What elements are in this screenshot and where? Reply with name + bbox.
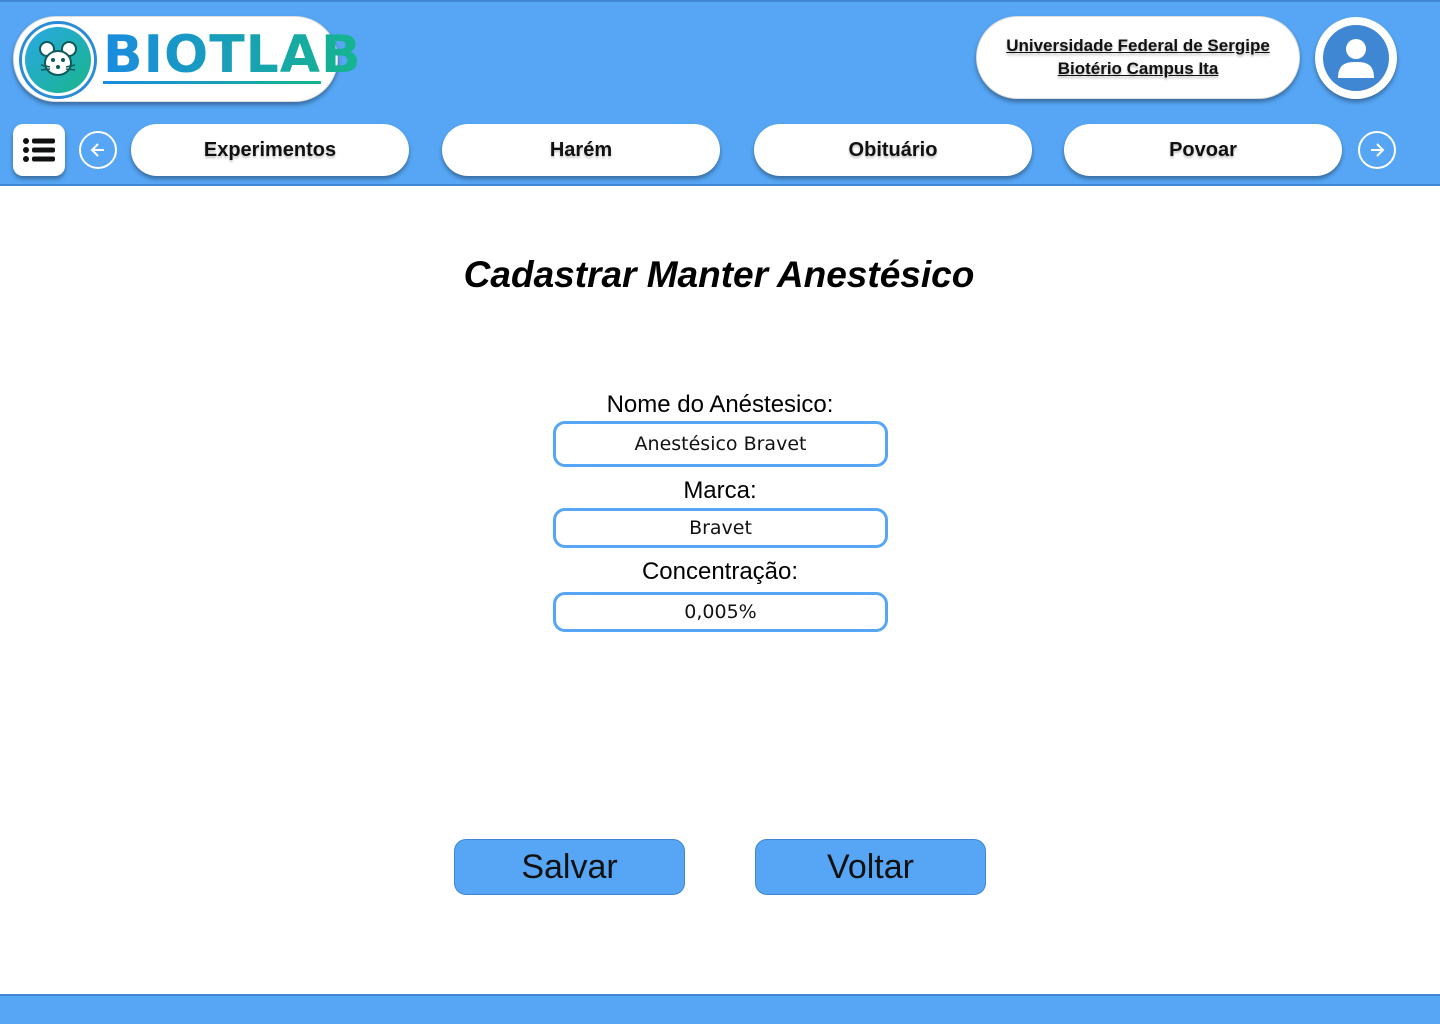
save-button[interactable]: Salvar (454, 839, 685, 895)
anesthetic-name-label: Nome do Anéstesico: (606, 391, 834, 418)
brand-input[interactable] (553, 508, 888, 548)
arrow-right-icon (1371, 143, 1385, 157)
nav-tab-povoar[interactable]: Povoar (1064, 124, 1342, 176)
arrow-left-icon (90, 143, 104, 157)
institution-badge: Universidade Federal de Sergipe Biotério… (976, 16, 1300, 99)
concentration-input[interactable] (553, 592, 888, 632)
nav-tab-experimentos[interactable]: Experimentos (131, 124, 409, 176)
logo-badge (19, 21, 97, 99)
concentration-label: Concentração: (641, 558, 799, 585)
nav-next-button[interactable] (1358, 131, 1396, 169)
nav-prev-button[interactable] (79, 131, 117, 169)
nav-tab-harem[interactable]: Harém (442, 124, 720, 176)
institution-name: Universidade Federal de Sergipe (1006, 36, 1270, 55)
institution-campus: Biotério Campus Ita (1057, 59, 1219, 78)
menu-button[interactable] (13, 124, 65, 176)
list-icon (23, 138, 55, 162)
brand-logo[interactable]: BIOTLAB (13, 16, 361, 102)
page-title: Cadastrar Manter Anestésico (463, 254, 975, 295)
avatar (1323, 25, 1389, 91)
top-header: BIOTLAB Universidade Federal de Sergipe … (0, 0, 1440, 186)
nav-tab-obituario[interactable]: Obituário (754, 124, 1032, 176)
footer-bar (0, 994, 1440, 1024)
brand-name: BIOTLAB (103, 25, 362, 85)
user-avatar-button[interactable] (1315, 17, 1397, 99)
user-icon (1338, 39, 1374, 78)
brand-label: Marca: (683, 477, 757, 504)
back-button[interactable]: Voltar (755, 839, 986, 895)
anesthetic-name-input[interactable] (553, 421, 888, 467)
brand-underline (103, 81, 321, 84)
mouse-icon (39, 41, 77, 76)
